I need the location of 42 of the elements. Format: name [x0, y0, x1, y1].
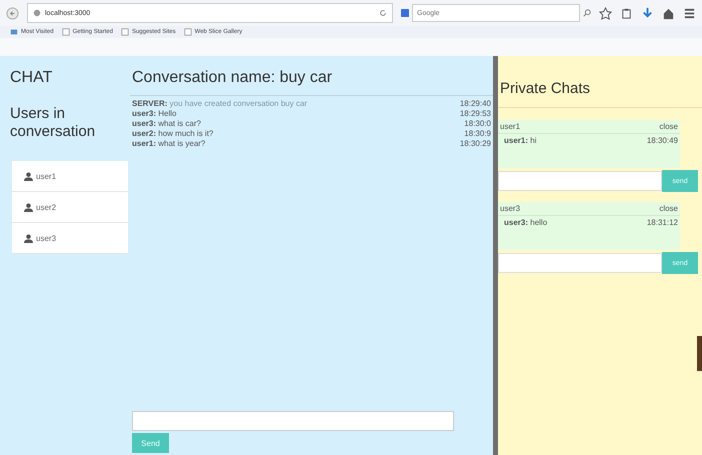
- user-icon: [24, 202, 33, 212]
- message-time: 18:30:29: [460, 139, 491, 149]
- message-time: 18:30:49: [646, 136, 678, 145]
- home-icon[interactable]: [662, 6, 675, 20]
- message-text: user3: what is car?: [132, 119, 201, 129]
- page-icon: [62, 28, 70, 36]
- user-icon: [24, 234, 33, 242]
- private-message-input[interactable]: [498, 171, 662, 191]
- message-input[interactable]: [132, 411, 454, 431]
- user-icon: [24, 172, 33, 180]
- message-text: user1: what is year?: [132, 139, 206, 149]
- message-time: 18:29:40: [460, 99, 491, 109]
- user-item[interactable]: user3: [12, 223, 128, 254]
- message-text: SERVER: you have created conversation buy car: [132, 99, 308, 109]
- menu-icon[interactable]: [683, 6, 696, 20]
- chat-user-name: user1: [500, 122, 520, 131]
- chat-user-name: user3: [500, 204, 520, 213]
- star-icon[interactable]: [599, 6, 612, 20]
- message-time: 18:30:0: [464, 119, 491, 129]
- search-icon[interactable]: [583, 9, 591, 17]
- message-time: 18:29:53: [460, 109, 491, 119]
- page-icon: [120, 28, 129, 36]
- download-icon[interactable]: [641, 6, 654, 20]
- users-heading: Users in conversation: [9, 104, 96, 141]
- message-text: user1: hi: [504, 136, 536, 145]
- private-chats-title: Private Chats: [498, 56, 702, 108]
- close-link[interactable]: close: [659, 122, 678, 131]
- message-text: user3: hello: [504, 218, 548, 227]
- user-item[interactable]: user1: [12, 161, 128, 192]
- message-text: user3: Hello: [132, 109, 176, 119]
- message-time: 18:31:12: [646, 218, 678, 227]
- user-item[interactable]: user2: [12, 192, 128, 223]
- back-icon[interactable]: [6, 6, 19, 20]
- clipboard-icon[interactable]: [620, 6, 633, 20]
- private-message-input[interactable]: [498, 253, 662, 273]
- message-text: user2: how much is it?: [132, 129, 214, 139]
- conversation-title: Conversation name: buy car: [130, 56, 493, 96]
- page-icon: [184, 28, 192, 36]
- app-title: CHAT: [9, 68, 54, 87]
- close-link[interactable]: close: [659, 204, 678, 213]
- reload-icon[interactable]: [379, 9, 387, 17]
- message-time: 18:30:9: [464, 129, 491, 139]
